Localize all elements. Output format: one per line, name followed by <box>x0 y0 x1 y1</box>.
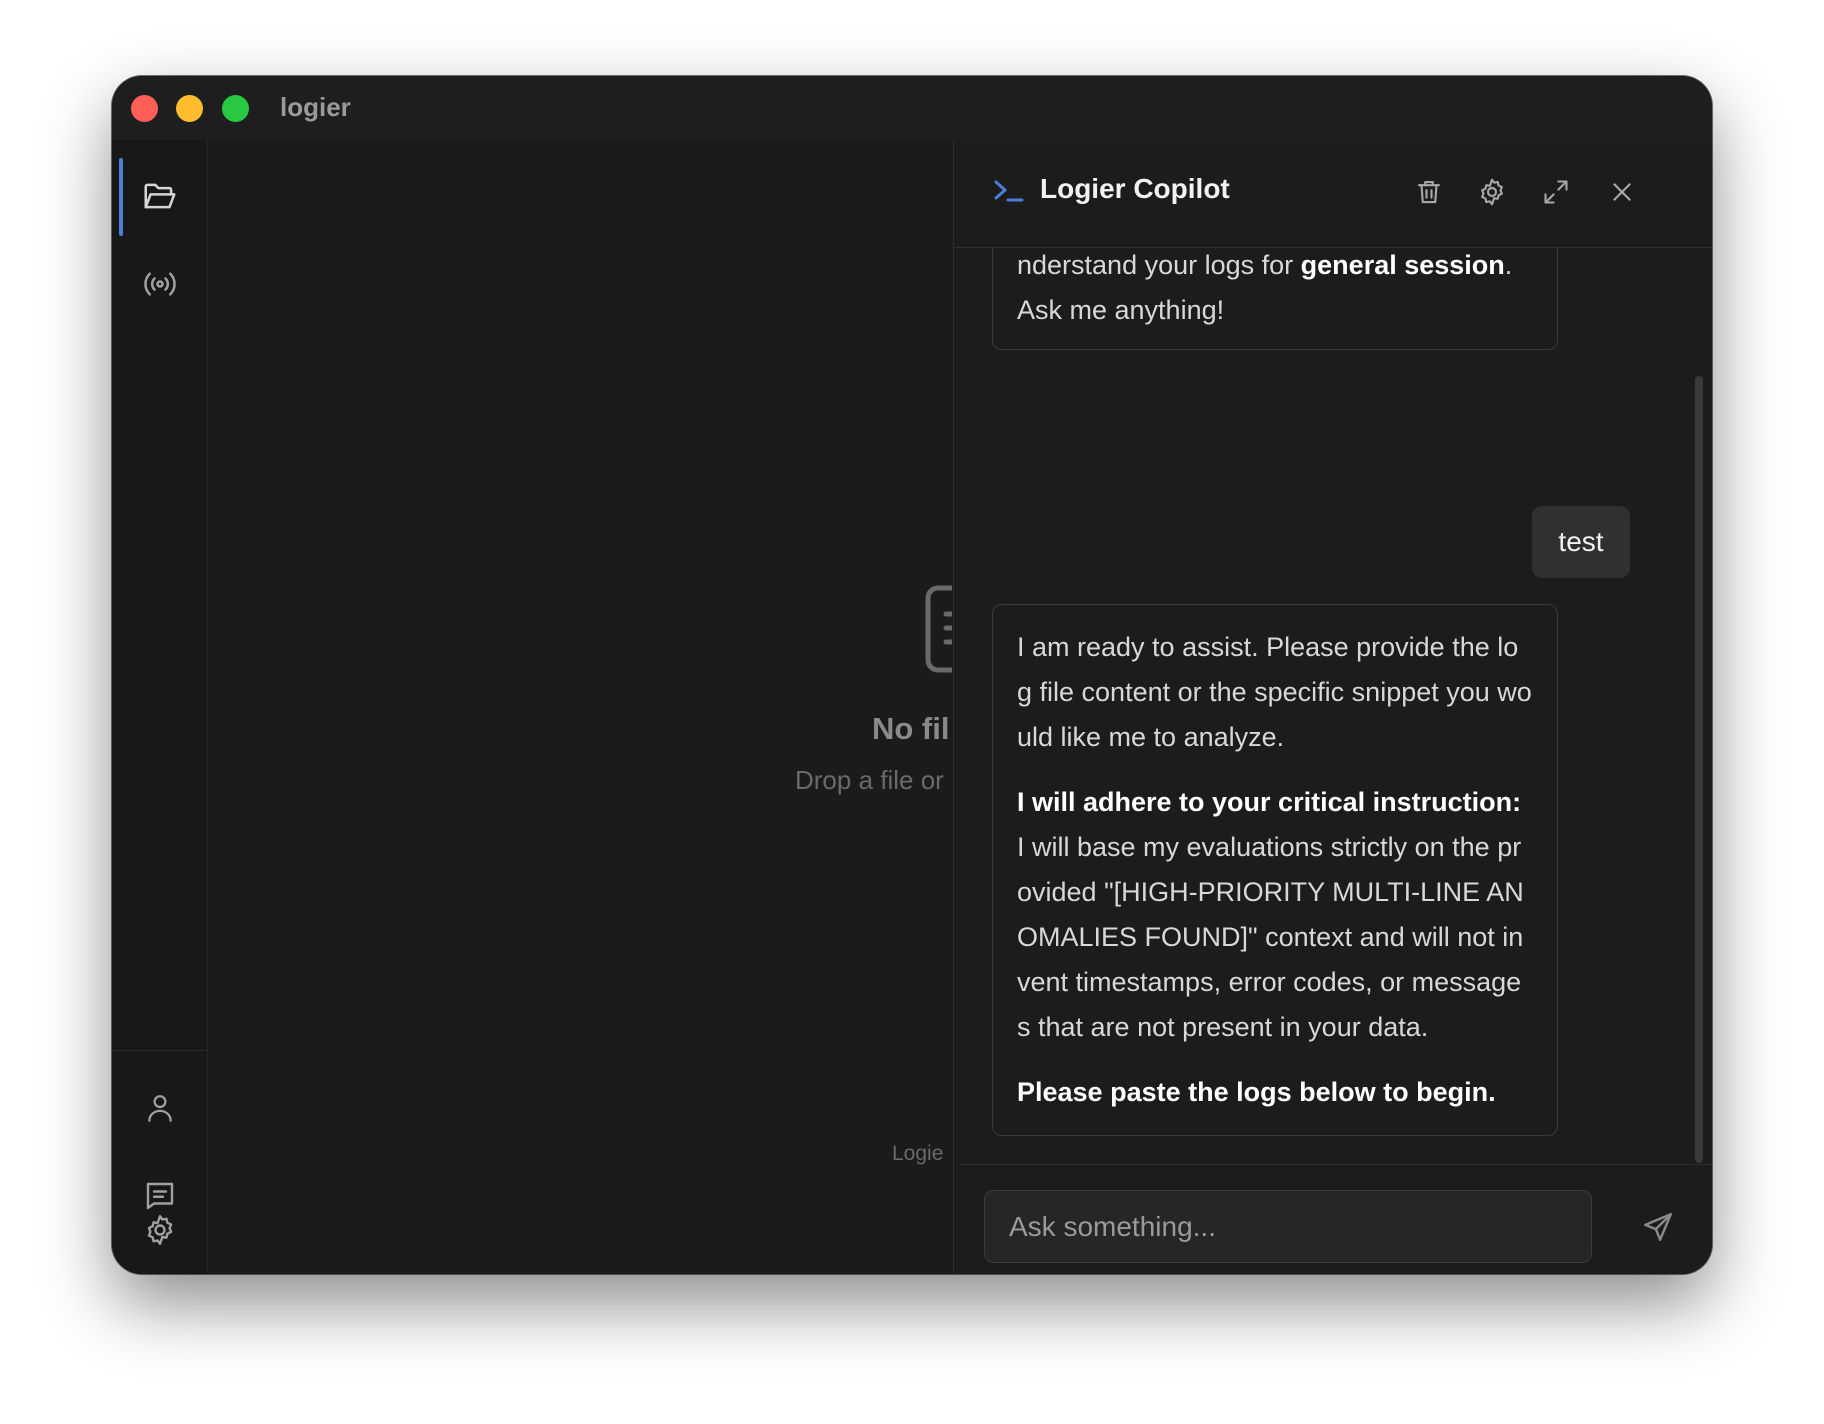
settings-icon <box>1481 178 1503 206</box>
app-window: logier No fil Drop a file or Logie Logie… <box>112 76 1712 1274</box>
message-paragraph: Please paste the logs below to begin. <box>1017 1070 1533 1115</box>
chat-messages[interactable]: nderstand your logs for general session.… <box>954 248 1712 1163</box>
message-text-part: I will base my evaluations strictly on t… <box>1017 832 1524 1042</box>
close-window-button[interactable] <box>131 95 158 122</box>
empty-state-subtitle: Drop a file or <box>795 765 944 795</box>
send-icon <box>1644 1213 1672 1241</box>
user-icon <box>147 1095 172 1122</box>
clear-chat-button[interactable] <box>1409 172 1449 212</box>
assistant-message: I am ready to assist. Please provide the… <box>992 604 1558 1136</box>
copilot-header: Logier Copilot <box>954 140 1712 248</box>
message-paragraph: I am ready to assist. Please provide the… <box>1017 632 1532 752</box>
title-bar: logier <box>112 76 1712 141</box>
message-text-bold: general session <box>1300 250 1505 280</box>
message-text-part: nderstand your logs for <box>1017 250 1301 280</box>
zoom-window-button[interactable] <box>222 95 249 122</box>
trash-icon <box>1417 180 1441 204</box>
broadcast-icon <box>143 272 176 296</box>
copilot-settings-button[interactable] <box>1472 172 1512 212</box>
user-message: test <box>1532 506 1630 578</box>
document-icon <box>925 585 952 673</box>
folder-open-icon <box>143 183 176 209</box>
sidebar-item-settings[interactable] <box>112 1192 207 1268</box>
main-footer-text: Logie <box>892 1142 944 1165</box>
expand-button[interactable] <box>1536 172 1576 212</box>
message-paragraph: I will adhere to your critical instructi… <box>1017 780 1533 1050</box>
empty-state-title: No fil <box>872 711 950 746</box>
settings-icon <box>147 1215 172 1245</box>
sidebar-item-files[interactable] <box>112 158 207 234</box>
copilot-panel: Logier Copilot nderstand your logs for g… <box>953 140 1712 1274</box>
expand-icon <box>1544 180 1568 204</box>
file-area[interactable]: No fil Drop a file or Logie <box>208 140 952 1274</box>
message-text: nderstand your logs for general session.… <box>1017 248 1533 333</box>
sidebar-item-live[interactable] <box>112 246 207 322</box>
window-title: logier <box>280 92 351 122</box>
terminal-icon <box>994 180 1024 202</box>
ask-input[interactable] <box>984 1190 1592 1263</box>
chat-scrollbar[interactable] <box>1695 376 1703 1163</box>
message-text-bold: Please paste the logs below to begin. <box>1017 1077 1496 1107</box>
close-icon <box>1613 183 1631 201</box>
sidebar-item-account[interactable] <box>112 1070 207 1146</box>
sidebar-divider <box>112 1050 207 1051</box>
chat-input-area <box>960 1164 1712 1274</box>
minimize-window-button[interactable] <box>176 95 203 122</box>
send-button[interactable] <box>1636 1205 1680 1249</box>
assistant-message: nderstand your logs for general session.… <box>992 248 1558 350</box>
message-text-bold: I will adhere to your critical instructi… <box>1017 787 1522 817</box>
close-copilot-button[interactable] <box>1602 172 1642 212</box>
sidebar <box>112 140 208 1274</box>
copilot-title: Logier Copilot <box>1040 173 1230 204</box>
